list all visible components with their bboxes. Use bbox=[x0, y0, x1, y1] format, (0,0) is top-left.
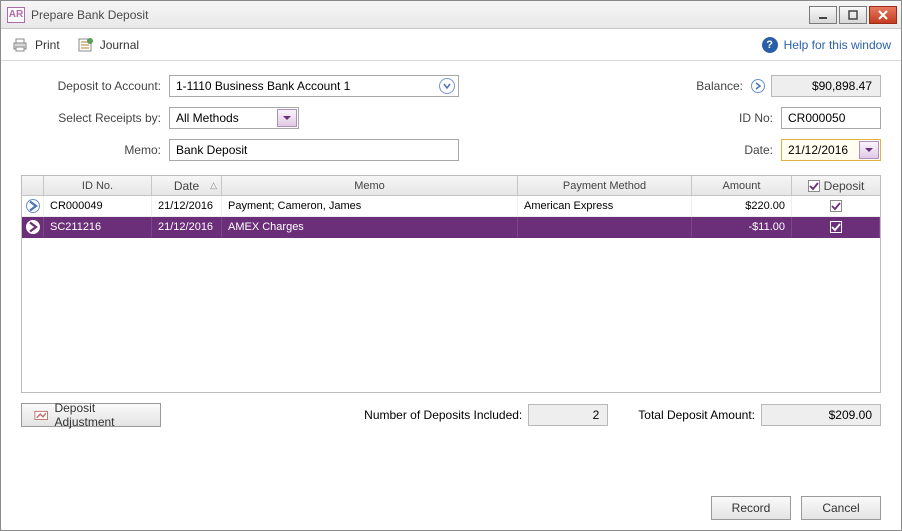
adjustment-icon bbox=[34, 408, 48, 422]
memo-label: Memo: bbox=[21, 143, 169, 157]
num-deposits-label: Number of Deposits Included: bbox=[364, 408, 522, 422]
cell-date: 21/12/2016 bbox=[152, 217, 222, 237]
print-label: Print bbox=[35, 38, 60, 52]
titlebar: AR Prepare Bank Deposit bbox=[1, 1, 901, 29]
journal-button[interactable]: Journal bbox=[76, 36, 139, 54]
cell-id: CR000049 bbox=[44, 196, 152, 216]
cell-id: SC211216 bbox=[44, 217, 152, 237]
help-label: Help for this window bbox=[784, 38, 891, 52]
grid-body: CR00004921/12/2016Payment; Cameron, Jame… bbox=[22, 196, 880, 392]
help-icon: ? bbox=[762, 37, 778, 53]
cancel-button[interactable]: Cancel bbox=[801, 496, 881, 520]
dropdown-icon bbox=[439, 78, 455, 94]
select-receipts-value: All Methods bbox=[176, 111, 239, 125]
deposit-account-value: 1-1110 Business Bank Account 1 bbox=[176, 79, 350, 93]
deposit-account-combo[interactable]: 1-1110 Business Bank Account 1 bbox=[169, 75, 459, 97]
deposit-checkbox[interactable] bbox=[830, 200, 842, 212]
row-drill-icon[interactable] bbox=[26, 220, 40, 234]
grid-header-id[interactable]: ID No. bbox=[44, 176, 152, 195]
form-section: Deposit to Account: 1-1110 Business Bank… bbox=[21, 75, 881, 161]
total-deposit-value: $209.00 bbox=[761, 404, 881, 426]
table-row[interactable]: CR00004921/12/2016Payment; Cameron, Jame… bbox=[22, 196, 880, 217]
cell-payment-method bbox=[518, 217, 692, 237]
grid-header-row: ID No. Date△ Memo Payment Method Amount … bbox=[22, 176, 880, 196]
deposit-account-label: Deposit to Account: bbox=[21, 79, 169, 93]
grid-header-drill bbox=[22, 176, 44, 195]
deposit-checkbox[interactable] bbox=[830, 221, 842, 233]
sort-asc-icon: △ bbox=[210, 180, 217, 191]
date-value: 21/12/2016 bbox=[788, 143, 848, 157]
toolbar: Print Journal ? Help for this window bbox=[1, 29, 901, 61]
date-label: Date: bbox=[711, 143, 781, 157]
balance-drill-icon[interactable] bbox=[751, 79, 765, 93]
deposit-adjustment-label: Deposit Adjustment bbox=[54, 401, 148, 429]
grid-header-memo[interactable]: Memo bbox=[222, 176, 518, 195]
balance-value: $90,898.47 bbox=[771, 75, 881, 97]
printer-icon bbox=[11, 36, 29, 54]
journal-label: Journal bbox=[100, 38, 139, 52]
content-area: Deposit to Account: 1-1110 Business Bank… bbox=[1, 61, 901, 530]
journal-icon bbox=[76, 36, 94, 54]
footer-buttons: Record Cancel bbox=[21, 482, 881, 520]
total-deposit-label: Total Deposit Amount: bbox=[638, 408, 755, 422]
num-deposits-value: 2 bbox=[528, 404, 608, 426]
cell-memo: AMEX Charges bbox=[222, 217, 518, 237]
cell-amount: $220.00 bbox=[692, 196, 792, 216]
record-label: Record bbox=[732, 501, 771, 515]
cell-payment-method: American Express bbox=[518, 196, 692, 216]
date-input[interactable]: 21/12/2016 bbox=[781, 139, 881, 161]
balance-label: Balance: bbox=[681, 79, 751, 93]
minimize-button[interactable] bbox=[809, 6, 837, 24]
deposit-all-checkbox[interactable] bbox=[808, 180, 820, 192]
record-button[interactable]: Record bbox=[711, 496, 791, 520]
cell-amount: -$11.00 bbox=[692, 217, 792, 237]
maximize-button[interactable] bbox=[839, 6, 867, 24]
window-title: Prepare Bank Deposit bbox=[31, 8, 807, 22]
memo-value: Bank Deposit bbox=[176, 143, 247, 157]
select-receipts-combo[interactable]: All Methods bbox=[169, 107, 299, 129]
chevron-down-icon bbox=[859, 141, 879, 159]
chevron-down-icon bbox=[277, 109, 297, 127]
select-receipts-label: Select Receipts by: bbox=[21, 111, 169, 125]
summary-row: Deposit Adjustment Number of Deposits In… bbox=[21, 403, 881, 427]
id-no-value: CR000050 bbox=[788, 111, 845, 125]
table-row[interactable]: SC21121621/12/2016AMEX Charges -$11.00 bbox=[22, 217, 880, 238]
prepare-bank-deposit-window: AR Prepare Bank Deposit Print Journal ? … bbox=[0, 0, 902, 531]
grid-header-deposit[interactable]: Deposit bbox=[792, 176, 880, 195]
deposit-adjustment-button[interactable]: Deposit Adjustment bbox=[21, 403, 161, 427]
help-link[interactable]: ? Help for this window bbox=[762, 37, 891, 53]
cell-memo: Payment; Cameron, James bbox=[222, 196, 518, 216]
cell-date: 21/12/2016 bbox=[152, 196, 222, 216]
receipts-grid: ID No. Date△ Memo Payment Method Amount … bbox=[21, 175, 881, 393]
app-badge-icon: AR bbox=[7, 7, 25, 23]
print-button[interactable]: Print bbox=[11, 36, 60, 54]
close-button[interactable] bbox=[869, 6, 897, 24]
grid-header-date[interactable]: Date△ bbox=[152, 176, 222, 195]
cancel-label: Cancel bbox=[822, 501, 859, 515]
grid-header-amount[interactable]: Amount bbox=[692, 176, 792, 195]
row-drill-icon[interactable] bbox=[26, 199, 40, 213]
id-no-label: ID No: bbox=[711, 111, 781, 125]
memo-input[interactable]: Bank Deposit bbox=[169, 139, 459, 161]
id-no-input[interactable]: CR000050 bbox=[781, 107, 881, 129]
grid-header-payment-method[interactable]: Payment Method bbox=[518, 176, 692, 195]
